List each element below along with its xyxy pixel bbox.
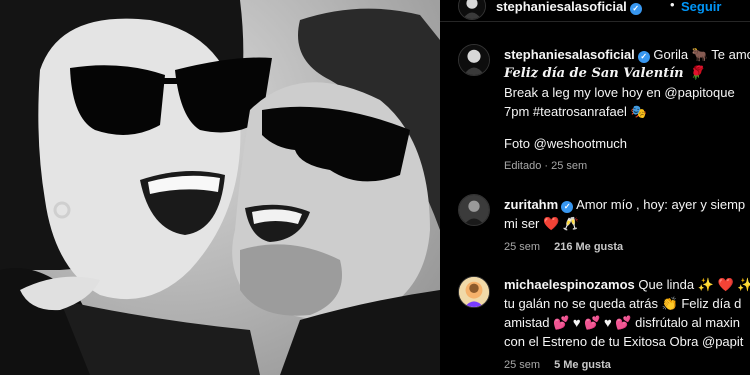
comment-line-4: con el Estreno de tu Exitosa Obra @papit (504, 334, 744, 349)
heart-icon: ❤️ 🥂 (543, 216, 580, 231)
comment-meta: 25 sem 5 Me gusta (504, 359, 611, 371)
caption-line-1: stephaniesalasoficial ✓ Gorila 🐂 Te amo (504, 45, 750, 64)
comment-text: Amor mío , hoy: ayer y siemp (576, 197, 746, 212)
commenter-username[interactable]: zuritahm (504, 197, 558, 212)
caption-line-4: 7pm #teatrosanrafael 🎭 (504, 104, 647, 119)
caption-photo-credit: Foto @weshootmuch (504, 136, 628, 151)
commenter-verified-icon: ✓ (561, 201, 574, 213)
comment-line-2: mi ser ❤️ 🥂 (504, 214, 750, 233)
comment-text: Que linda ✨ ❤️ ✨ (638, 277, 750, 292)
caption-author-avatar[interactable] (458, 44, 490, 76)
commenter-avatar[interactable] (458, 276, 490, 308)
comment-meta: 25 sem 216 Me gusta (504, 241, 623, 253)
post-header: stephaniesalasoficial ✓ • Seguir (440, 0, 750, 22)
comment-item: zuritahm ✓ Amor mío , hoy: ayer y siemp m… (440, 190, 750, 260)
commenter-username[interactable]: michaelespinozamos (504, 277, 635, 292)
author-username-text[interactable]: stephaniesalasoficial (496, 0, 627, 14)
caption-line-3: Break a leg my love hoy en @papitoque (504, 85, 735, 100)
comment-time: 25 sem (504, 241, 541, 253)
verified-badge-icon: ✓ (629, 3, 642, 15)
comment-line-2: tu galán no se queda atrás 👏 Feliz día d (504, 296, 742, 311)
comment-line-1: michaelespinozamos Que linda ✨ ❤️ ✨ (504, 275, 750, 294)
caption-verified-icon: ✓ (637, 51, 650, 63)
post-caption: stephaniesalasoficial ✓ Gorila 🐂 Te amo F… (440, 40, 750, 180)
comment-text-continued: mi ser (504, 216, 540, 231)
comment-line-1: zuritahm ✓ Amor mío , hoy: ayer y siemp (504, 195, 750, 214)
author-avatar[interactable] (458, 0, 486, 20)
caption-meta: Editado · 25 sem (504, 160, 588, 172)
couple-photo-illustration (0, 0, 440, 375)
comment-likes[interactable]: 5 Me gusta (554, 359, 611, 371)
caption-username[interactable]: stephaniesalasoficial (504, 47, 635, 62)
caption-line-1-text: Gorila 🐂 Te amo (653, 47, 750, 62)
comment-time: 25 sem (504, 359, 541, 371)
author-username[interactable]: stephaniesalasoficial ✓ (496, 0, 642, 15)
follow-button[interactable]: Seguir (681, 0, 721, 14)
caption-line-2: Feliz día de San Valentín 🌹 (504, 66, 705, 81)
comment-line-3: amistad 💕 ♥ 💕 ♥ 💕 disfrútalo al maxin (504, 315, 740, 330)
post-details-panel: stephaniesalasoficial ✓ • Seguir stephani… (440, 0, 750, 375)
commenter-avatar[interactable] (458, 194, 490, 226)
header-separator: • (670, 0, 675, 12)
comment-item: michaelespinozamos Que linda ✨ ❤️ ✨ tu g… (440, 270, 750, 375)
comment-likes[interactable]: 216 Me gusta (554, 241, 623, 253)
post-photo[interactable] (0, 0, 440, 375)
